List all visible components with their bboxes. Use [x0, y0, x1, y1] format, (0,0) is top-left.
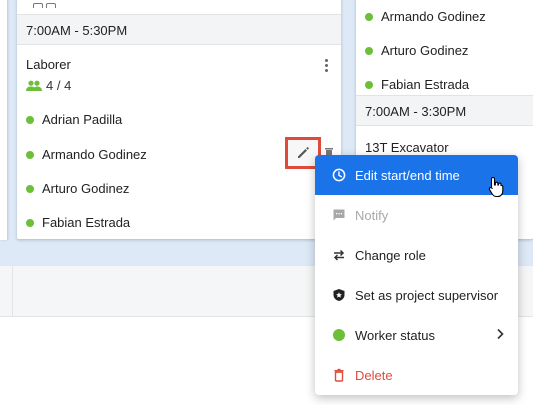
worker-name: Adrian Padilla — [42, 112, 123, 127]
menu-item-label: Change role — [355, 247, 426, 263]
status-dot-icon — [365, 46, 373, 55]
trash-icon — [331, 367, 347, 383]
people-icon — [26, 80, 42, 91]
menu-item-delete[interactable]: Delete — [315, 355, 518, 395]
worker-row[interactable]: Arturo Godinez — [26, 181, 129, 196]
status-dot-icon — [26, 218, 34, 227]
shift-time-band: 7:00AM - 5:30PM — [17, 14, 341, 45]
worker-row[interactable]: Armando Godinez — [365, 9, 486, 24]
crew-count-label: 4 / 4 — [46, 78, 72, 93]
status-dot-icon — [365, 80, 373, 89]
worker-name: Fabian Estrada — [381, 77, 470, 92]
chevron-right-icon — [497, 328, 504, 340]
worker-row[interactable]: Armando Godinez — [26, 147, 147, 162]
crew-count: 4 / 4 — [26, 78, 71, 93]
worker-name: Arturo Godinez — [42, 181, 130, 196]
column-divider — [12, 266, 13, 316]
worker-name: Armando Godinez — [381, 9, 486, 24]
status-dot-icon — [331, 327, 347, 343]
role-title: 13T Excavator — [365, 140, 449, 155]
worker-name: Armando Godinez — [42, 147, 147, 162]
message-icon — [331, 207, 347, 223]
worker-context-menu: Edit start/end time Notify Change role S… — [315, 155, 518, 395]
menu-item-set-project-supervisor[interactable]: Set as project supervisor — [315, 275, 518, 315]
cropped-card-header — [33, 0, 59, 8]
worker-row[interactable]: Fabian Estrada — [26, 215, 130, 230]
menu-item-label: Set as project supervisor — [355, 287, 499, 303]
worker-row[interactable]: Arturo Godinez — [365, 43, 468, 58]
role-title: Laborer — [26, 57, 71, 72]
status-dot-icon — [26, 150, 34, 159]
pencil-icon — [298, 147, 309, 158]
menu-item-notify: Notify — [315, 195, 518, 235]
previous-column-card-edge — [0, 0, 7, 240]
worker-name: Fabian Estrada — [42, 215, 131, 230]
clock-icon — [331, 167, 347, 183]
menu-item-change-role[interactable]: Change role — [315, 235, 518, 275]
worker-row[interactable]: Fabian Estrada — [365, 77, 469, 92]
menu-item-label: Worker status — [355, 327, 435, 343]
menu-item-label: Edit start/end time — [355, 167, 460, 183]
menu-item-label: Notify — [355, 207, 389, 223]
menu-item-edit-start-end-time[interactable]: Edit start/end time — [315, 155, 518, 195]
menu-item-label: Delete — [355, 367, 393, 383]
shield-icon — [331, 287, 347, 303]
worker-name: Arturo Godinez — [381, 43, 469, 58]
worker-row[interactable]: Adrian Padilla — [26, 112, 122, 127]
more-vertical-icon[interactable] — [317, 55, 335, 75]
menu-item-worker-status[interactable]: Worker status — [315, 315, 518, 355]
status-dot-icon — [365, 12, 373, 21]
shift-time-band: 7:00AM - 3:30PM — [356, 95, 533, 126]
status-dot-icon — [26, 184, 34, 193]
swap-icon — [331, 247, 347, 263]
crew-card-laborer: 7:00AM - 5:30PM Laborer 4 / 4 Adrian Pad… — [17, 0, 341, 239]
status-dot-icon — [26, 115, 34, 124]
